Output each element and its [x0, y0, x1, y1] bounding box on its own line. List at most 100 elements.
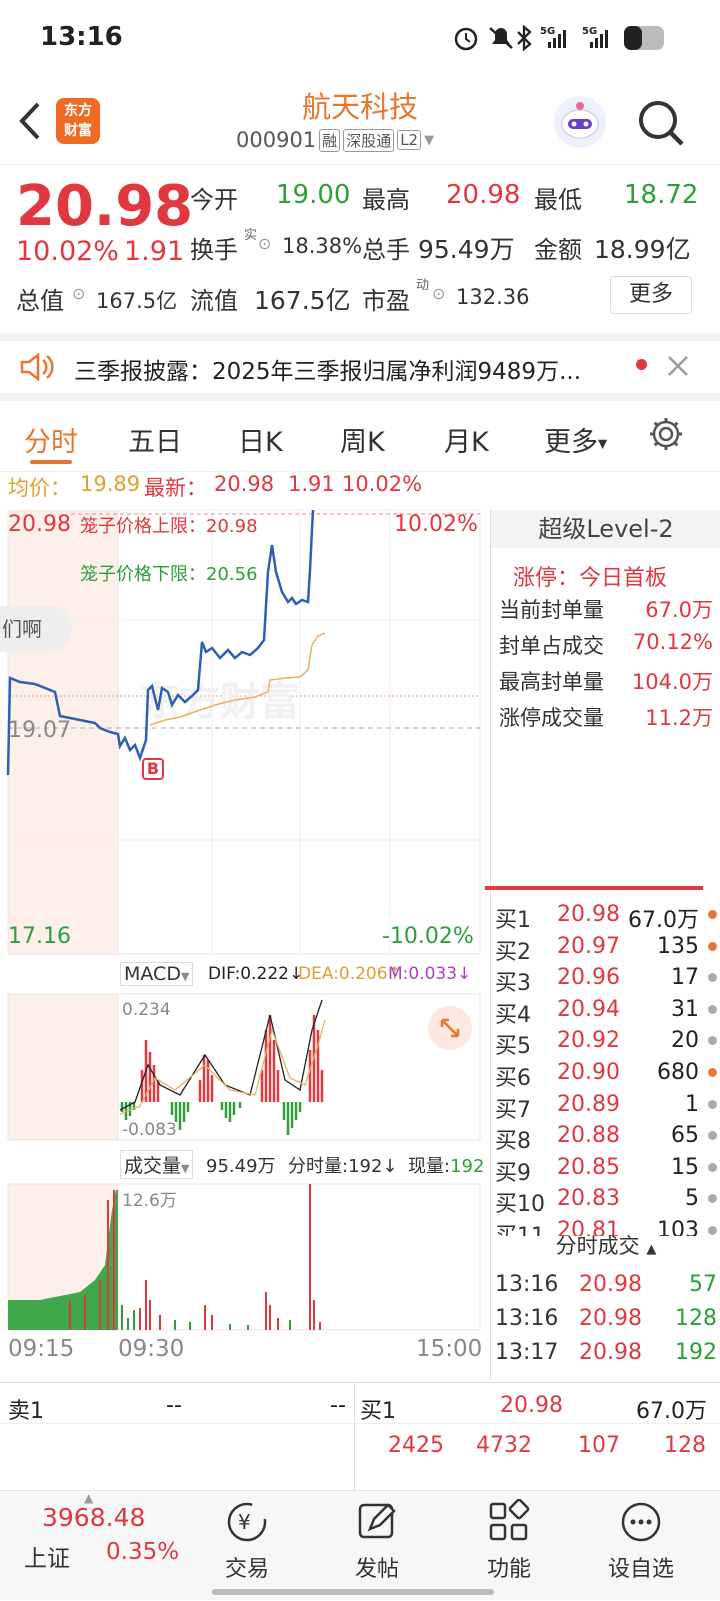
mid-price-label: 19.07	[8, 718, 71, 743]
tab-daily-k[interactable]: 日K	[238, 420, 283, 459]
current-volume: 现量:192	[408, 1156, 485, 1177]
active-tab-indicator	[30, 460, 72, 464]
status-time: 13:16	[40, 22, 123, 52]
low-label: 最低	[534, 186, 582, 214]
last-change: 1.91	[288, 472, 335, 496]
buy1-volume: 67.0万	[636, 1399, 707, 1424]
tab-monthly-k[interactable]: 月K	[444, 420, 489, 459]
index-pct: 0.35%	[106, 1539, 180, 1565]
nav-add-watchlist[interactable]: 设自选	[586, 1499, 696, 1583]
divider	[0, 1423, 720, 1424]
bid-volume: 20	[671, 1028, 699, 1054]
notice-text: 三季报披露：2025年三季报归属净利润9489万...	[74, 359, 581, 385]
level2-title[interactable]: 超级Level-2	[491, 510, 720, 548]
trade-time: 13:17	[495, 1340, 559, 1365]
signal-icon-2: 5G	[582, 26, 608, 48]
search-icon[interactable]	[636, 98, 686, 148]
level2-stat-row: 封单占成交 70.12%	[499, 630, 713, 662]
pre-market-shade-macd	[8, 994, 118, 1140]
total-mcap: 167.5亿	[96, 289, 178, 313]
info-icon[interactable]: ⊙	[258, 234, 271, 253]
trade-row: 13:17 20.98 192	[495, 1340, 717, 1372]
intraday-chart[interactable]: 东方财富 20.98 笼子价格上限：20.98 10.02% 笼子价格下限：20…	[0, 510, 490, 1380]
macd-bottom-value: -0.083	[122, 1120, 177, 1140]
bid-level: 买5	[495, 1034, 531, 1060]
top-pct-label: 10.02%	[394, 512, 478, 537]
bid-row[interactable]: 买2 20.97 135	[495, 934, 720, 966]
stock-code: 000901	[236, 128, 317, 152]
bid-dot	[708, 1068, 717, 1077]
dropdown-icon: ▼	[598, 436, 608, 451]
trades-header[interactable]: 分时成交 ▲	[491, 1230, 720, 1260]
bid-volume: 1	[685, 1091, 699, 1117]
buy-marker-icon[interactable]: B	[142, 758, 164, 780]
buy1-price: 20.98	[500, 1393, 563, 1418]
turnover-value: 18.38%	[282, 234, 363, 258]
queue-order-1: 2425	[388, 1433, 444, 1458]
volume-label: 总手	[362, 236, 410, 264]
tab-more[interactable]: 更多▼	[544, 420, 607, 459]
macd-selector[interactable]: MACD▼	[120, 962, 194, 986]
notice-bar[interactable]: 三季报披露：2025年三季报归属净利润9489万...	[0, 333, 720, 401]
bid-price: 20.83	[557, 1186, 620, 1212]
time-label-open: 09:30	[118, 1336, 185, 1362]
bid-dot	[708, 1131, 717, 1141]
connect-tag: 深股通	[343, 128, 395, 152]
tab-intraday[interactable]: 分时	[24, 420, 78, 459]
info-icon[interactable]: ⊙	[432, 284, 445, 303]
bid-level: 买6	[495, 1066, 531, 1091]
bid-row[interactable]: 买1 20.98 67.0万	[495, 902, 720, 934]
bid-row[interactable]: 买10 20.83 5	[495, 1186, 720, 1218]
grid-functions-icon	[489, 1499, 530, 1541]
tab-five-day[interactable]: 五日	[128, 420, 182, 459]
minute-volume: 分时量:192↓	[288, 1156, 398, 1177]
amount-value: 18.99亿	[594, 235, 691, 264]
signal-icon-1: 5G	[540, 26, 566, 48]
bid-row[interactable]: 买6 20.90 680	[495, 1060, 720, 1092]
robot-assistant-icon[interactable]	[552, 94, 608, 150]
bid-dot	[708, 973, 717, 983]
upper-limit-label: 笼子价格上限：20.98	[80, 516, 258, 537]
open-label: 今开	[190, 186, 238, 214]
status-icons: 5G 5G	[454, 24, 664, 52]
stock-code-row[interactable]: 000901 融 深股通 L2 ▼	[236, 128, 434, 152]
tab-weekly-k[interactable]: 周K	[340, 420, 385, 459]
info-icon[interactable]: ⊙	[72, 284, 85, 303]
total-mcap-label: 总值	[16, 287, 64, 315]
bid-row[interactable]: 买4 20.94 31	[495, 997, 720, 1029]
time-label-start: 09:15	[8, 1336, 75, 1362]
bid-price: 20.98	[557, 902, 620, 927]
volume-total: 95.49万	[206, 1156, 276, 1177]
bid-row[interactable]: 买9 20.85 15	[495, 1155, 720, 1187]
bid-row[interactable]: 买7 20.89 1	[495, 1092, 720, 1124]
settings-gear-icon[interactable]	[648, 416, 684, 452]
chart-tabs: 分时 五日 日K 周K 月K 更多▼	[0, 402, 720, 472]
volume-selector[interactable]: 成交量▼	[120, 1150, 194, 1179]
trade-row: 13:16 20.98 128	[495, 1306, 717, 1338]
alarm-icon	[454, 27, 478, 51]
stat-value: 67.0万	[645, 598, 713, 622]
level2-stat-row: 最高封单量 104.0万	[499, 666, 713, 698]
comment-bubble[interactable]: 们啊	[0, 606, 72, 652]
stat-label: 最高封单量	[499, 670, 604, 694]
index-ticker[interactable]: ▲ 3968.48 上证 0.35%	[0, 1491, 190, 1601]
bid-price: 20.94	[557, 996, 620, 1022]
bid-row[interactable]: 买5 20.92 20	[495, 1028, 720, 1060]
bid-level: 买8	[495, 1129, 531, 1155]
bid-row[interactable]: 买8 20.88 65	[495, 1123, 720, 1155]
stock-name[interactable]: 航天科技	[0, 84, 720, 126]
bid-row[interactable]: 买3 20.96 17	[495, 965, 720, 997]
more-dots-icon	[621, 1502, 661, 1542]
nav-functions[interactable]: 功能	[454, 1499, 564, 1583]
svg-text:5G: 5G	[540, 26, 555, 37]
close-icon[interactable]	[666, 354, 690, 378]
change-pct: 10.02%	[16, 236, 119, 267]
dropdown-icon: ▼	[180, 970, 190, 983]
nav-post[interactable]: 发帖	[322, 1499, 432, 1583]
expand-icon[interactable]	[428, 1006, 472, 1050]
bid-volume: 15	[671, 1154, 699, 1180]
trade-volume: 128	[675, 1306, 717, 1331]
nav-trade[interactable]: ¥ 交易	[192, 1499, 302, 1583]
bottom-pct-label: -10.02%	[382, 924, 474, 949]
more-button[interactable]: 更多	[610, 276, 692, 314]
